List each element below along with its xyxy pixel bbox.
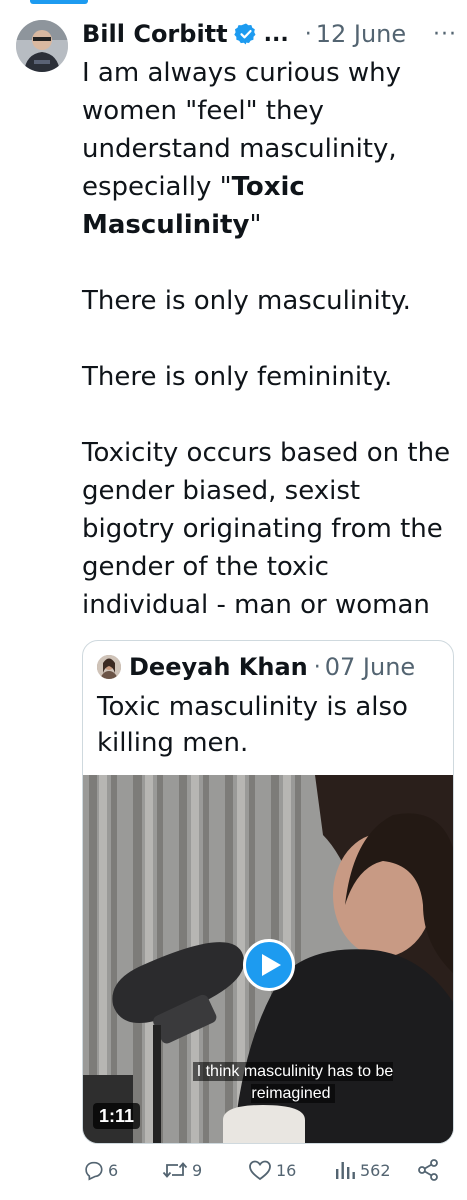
- quoted-author-avatar: [97, 655, 121, 679]
- tweet-text: I am always curious why women "feel" the…: [82, 54, 454, 624]
- tweet-header: Bill Corbitt ... · 12 June ···: [82, 14, 457, 54]
- play-button[interactable]: [243, 939, 295, 991]
- reply-button[interactable]: 6: [82, 1155, 118, 1185]
- views-button[interactable]: 562: [334, 1155, 391, 1185]
- quoted-tweet-header: Deeyah Khan · 07 June: [97, 649, 449, 685]
- quoted-separator-dot: ·: [313, 654, 321, 680]
- separator-dot: ·: [304, 21, 312, 47]
- quoted-author-name[interactable]: Deeyah Khan: [129, 653, 308, 681]
- reply-icon: [85, 1161, 103, 1181]
- tweet-actions-bar: 6 9 16 562: [82, 1155, 444, 1185]
- quoted-tweet-date[interactable]: 07 June: [325, 653, 415, 681]
- handle-truncated: ...: [263, 21, 289, 47]
- tweet-date[interactable]: 12 June: [316, 20, 406, 48]
- verified-badge-icon: [233, 22, 258, 46]
- like-icon: [249, 1160, 271, 1181]
- author-name[interactable]: Bill Corbitt: [82, 20, 228, 48]
- quoted-tweet-card[interactable]: Deeyah Khan · 07 June Toxic masculinity …: [82, 640, 454, 1144]
- share-icon: [418, 1159, 438, 1181]
- reply-count: 6: [108, 1160, 119, 1180]
- share-button[interactable]: [416, 1155, 440, 1185]
- views-icon: [336, 1162, 355, 1179]
- author-avatar[interactable]: [16, 20, 68, 72]
- repost-button[interactable]: 9: [162, 1155, 202, 1185]
- repost-icon: [162, 1162, 188, 1178]
- like-button[interactable]: 16: [248, 1155, 296, 1185]
- active-tab-indicator: [30, 0, 88, 4]
- more-options-button[interactable]: ···: [433, 22, 457, 47]
- repost-count: 9: [192, 1160, 203, 1180]
- like-count: 16: [276, 1160, 297, 1180]
- play-icon: [262, 954, 281, 976]
- view-count: 562: [360, 1160, 391, 1180]
- video-player[interactable]: I think masculinity has to be reimagined…: [83, 775, 453, 1143]
- quoted-tweet-text: Toxic masculinity is also killing men.: [97, 692, 408, 758]
- video-caption-text: I think masculinity has to be reimagined: [192, 1062, 394, 1103]
- tweet-text-rest: " There is only masculinity. There is on…: [82, 210, 451, 620]
- video-caption: I think masculinity has to be reimagined: [143, 1061, 443, 1105]
- video-duration: 1:11: [93, 1103, 141, 1129]
